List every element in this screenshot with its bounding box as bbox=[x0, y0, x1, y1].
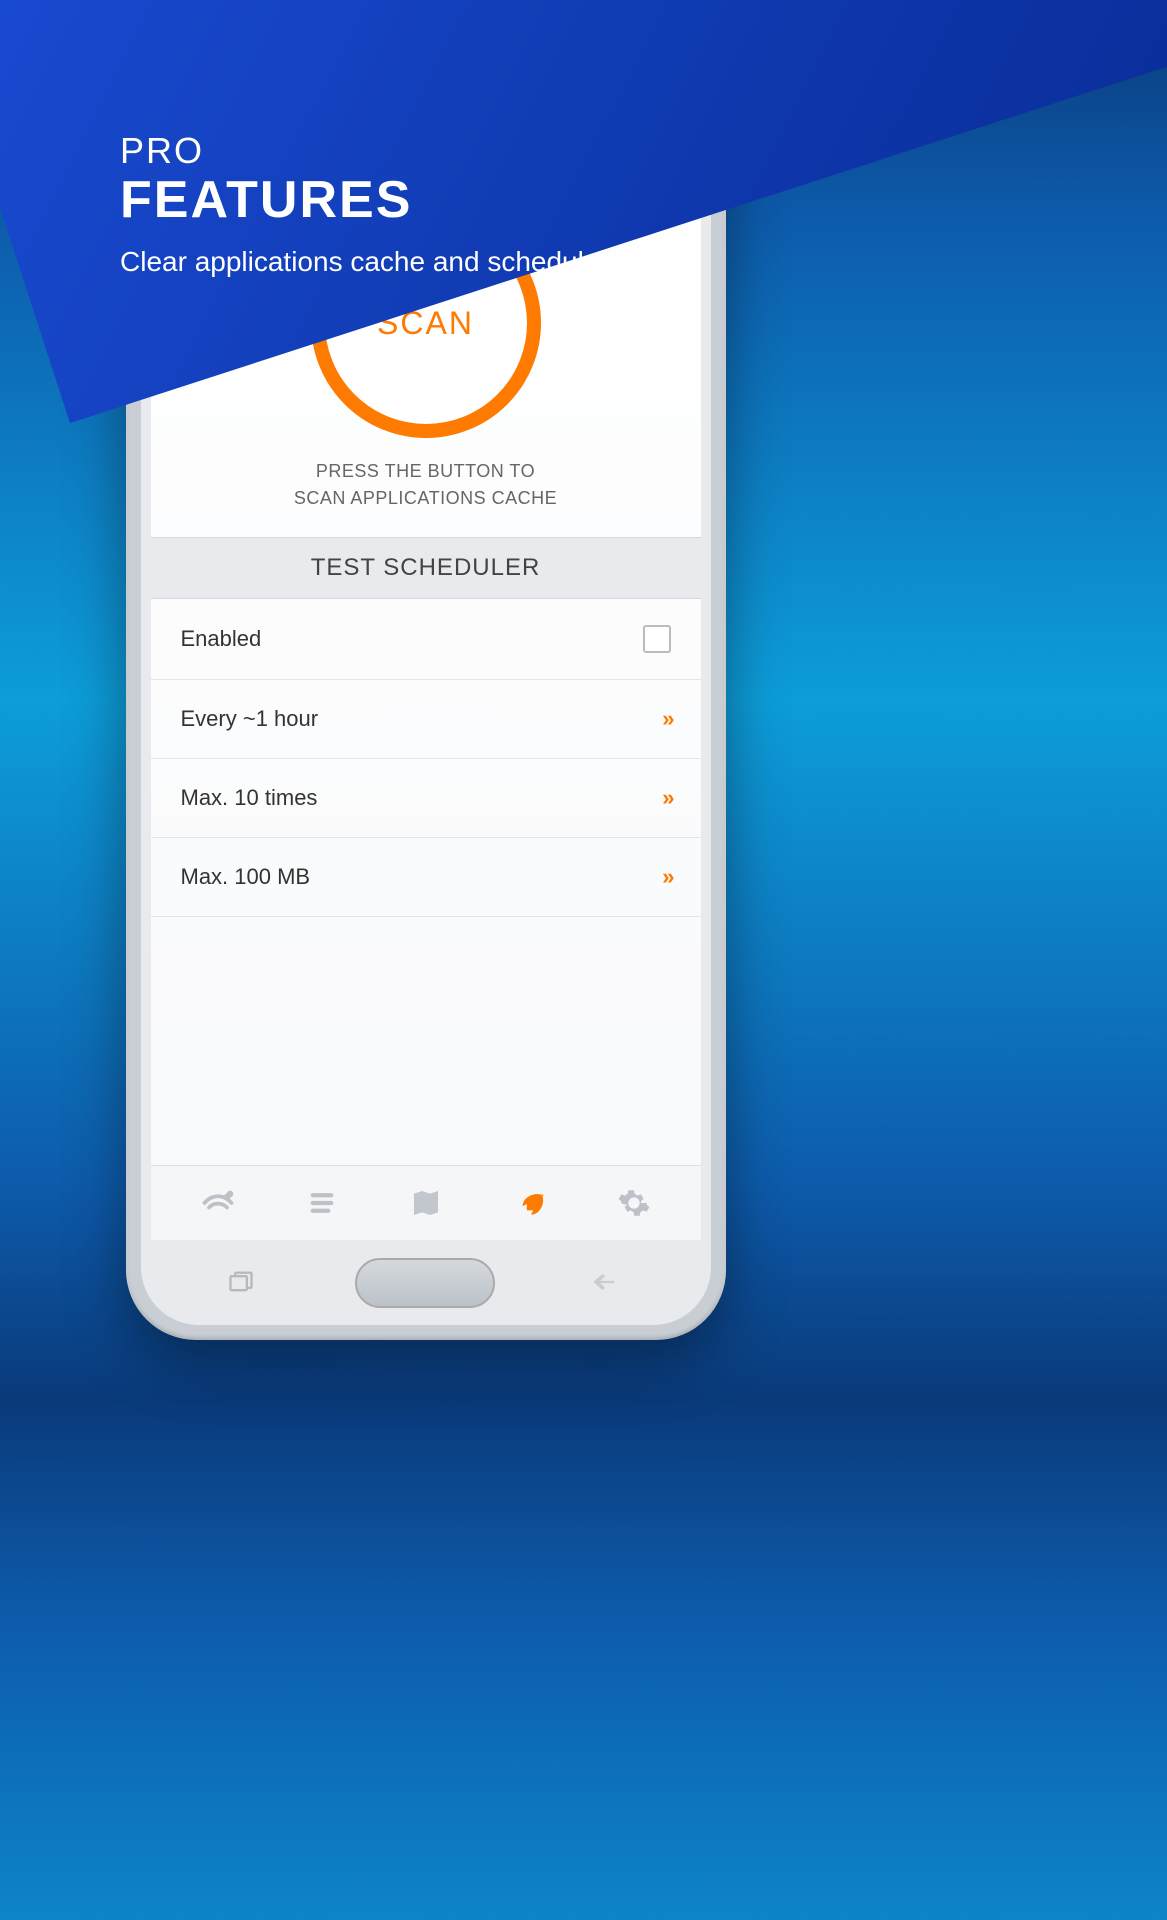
interval-label: Every ~1 hour bbox=[181, 706, 319, 732]
nav-list-icon[interactable] bbox=[302, 1183, 342, 1223]
max-mb-label: Max. 100 MB bbox=[181, 864, 311, 890]
nav-wifi-icon[interactable] bbox=[198, 1183, 238, 1223]
back-button[interactable] bbox=[589, 1268, 624, 1298]
nav-rocket-icon[interactable] bbox=[510, 1183, 550, 1223]
promo-large-title: FEATURES bbox=[120, 172, 674, 229]
scan-hint: PRESS THE BUTTON TO SCAN APPLICATIONS CA… bbox=[151, 458, 701, 512]
bottom-nav bbox=[151, 1165, 701, 1240]
home-button[interactable] bbox=[355, 1258, 495, 1308]
scheduler-header: TEST SCHEDULER bbox=[151, 537, 701, 599]
recent-apps-button[interactable] bbox=[227, 1268, 262, 1298]
chevron-right-icon: » bbox=[662, 785, 670, 811]
promo-small-title: PRO bbox=[120, 130, 674, 172]
nav-map-icon[interactable] bbox=[406, 1183, 446, 1223]
chevron-right-icon: » bbox=[662, 864, 670, 890]
enabled-label: Enabled bbox=[181, 626, 262, 652]
nav-settings-icon[interactable] bbox=[614, 1183, 654, 1223]
scheduler-max-mb-row[interactable]: Max. 100 MB » bbox=[151, 838, 701, 917]
app-screen: CACHE CLEANER SCAN PRESS THE BUTTON TO S… bbox=[151, 140, 701, 1240]
enabled-checkbox[interactable] bbox=[643, 625, 671, 653]
max-times-label: Max. 10 times bbox=[181, 785, 318, 811]
scheduler-max-times-row[interactable]: Max. 10 times » bbox=[151, 759, 701, 838]
promo-overlay: PRO FEATURES Clear applications cache an… bbox=[120, 130, 674, 281]
scan-button-label: SCAN bbox=[377, 305, 474, 342]
scheduler-enabled-row[interactable]: Enabled bbox=[151, 599, 701, 680]
promo-description: Clear applications cache and schedule te… bbox=[120, 244, 674, 280]
scheduler-interval-row[interactable]: Every ~1 hour » bbox=[151, 680, 701, 759]
phone-bottom-bezel bbox=[141, 1240, 711, 1325]
chevron-right-icon: » bbox=[662, 706, 670, 732]
